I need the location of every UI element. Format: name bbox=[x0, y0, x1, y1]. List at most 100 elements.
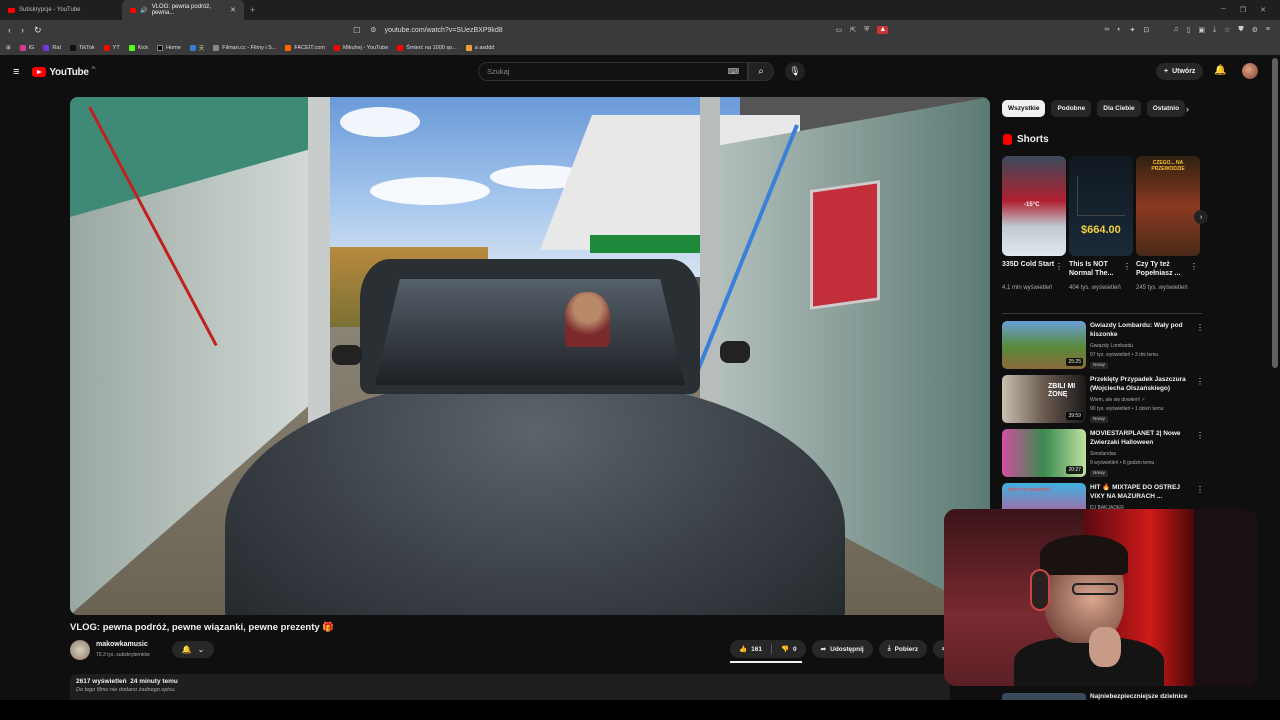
share-arrow-icon: ➦ bbox=[820, 646, 827, 653]
more-vertical-icon[interactable]: ⋮ bbox=[1123, 262, 1131, 271]
more-vertical-icon[interactable]: ⋮ bbox=[1196, 431, 1204, 440]
extension-icon[interactable]: ◐ bbox=[1117, 26, 1121, 34]
browser-tab[interactable]: Subskrypcje - YouTube bbox=[0, 0, 122, 20]
more-vertical-icon[interactable]: ⋮ bbox=[1196, 377, 1204, 386]
star-icon[interactable]: ☆ bbox=[1224, 26, 1230, 34]
site-info-icon[interactable]: ⚙ bbox=[370, 26, 376, 34]
apps-icon[interactable]: ⊞ bbox=[6, 45, 11, 51]
chip-for-you[interactable]: Dla Ciebie bbox=[1097, 100, 1141, 117]
keyboard-icon[interactable]: ⌨ bbox=[727, 67, 739, 76]
extension-icon[interactable]: ∞ bbox=[1104, 26, 1109, 34]
share-button[interactable]: ➦ Udostępnij bbox=[811, 640, 873, 658]
video-thumbnail[interactable]: 20:27 bbox=[1002, 429, 1086, 477]
back-icon[interactable]: ‹ bbox=[8, 25, 11, 36]
more-vertical-icon[interactable]: ⋮ bbox=[1190, 262, 1198, 271]
bookmark-filman[interactable]: Filman.cc - Filmy i S... bbox=[213, 44, 276, 51]
create-button[interactable]: + Utwórz bbox=[1156, 63, 1204, 80]
hamburger-menu-icon[interactable]: ≡ bbox=[13, 66, 19, 78]
shield-icon[interactable]: ⛨ bbox=[864, 26, 869, 34]
like-button[interactable]: 👍 161 bbox=[730, 640, 771, 658]
subscription-notifications-button[interactable]: 🔔 ⌄ bbox=[172, 641, 214, 658]
user-avatar[interactable] bbox=[1242, 63, 1258, 79]
recommended-channel[interactable]: Simolandas bbox=[1090, 451, 1116, 457]
minimize-icon[interactable]: ─ bbox=[1221, 6, 1226, 14]
short-title[interactable]: This Is NOT Normal The... bbox=[1069, 260, 1125, 278]
recommended-channel[interactable]: Wiem, ale się dowiem! ✓ bbox=[1090, 397, 1146, 403]
youtube-logo[interactable]: YouTube PL bbox=[32, 65, 97, 78]
video-player[interactable] bbox=[70, 97, 990, 615]
bookmark-ig[interactable]: IG bbox=[19, 44, 34, 51]
bookmark-faceit[interactable]: FACEIT.com bbox=[285, 44, 325, 51]
short-thumbnail[interactable]: -15°C bbox=[1002, 156, 1066, 256]
video-thumbnail[interactable]: 25:25 bbox=[1002, 321, 1086, 369]
vpn-icon[interactable]: ⛊ bbox=[1238, 26, 1243, 34]
download-icon[interactable]: ⤓ bbox=[1213, 26, 1216, 34]
more-vertical-icon[interactable]: ⋮ bbox=[1196, 323, 1204, 332]
recommended-title[interactable]: Najniebezpieczniejsze dzielnice bbox=[1090, 693, 1188, 700]
restore-icon[interactable]: ❐ bbox=[1240, 6, 1246, 14]
download-button[interactable]: ⤓ Pobierz bbox=[878, 640, 928, 658]
more-vertical-icon[interactable]: ⋮ bbox=[1196, 485, 1204, 494]
chip-recent[interactable]: Ostatnio bbox=[1146, 100, 1186, 117]
share-icon[interactable]: ⇱ bbox=[850, 26, 856, 34]
bookmark-home[interactable]: Home bbox=[157, 44, 181, 51]
bookmark-tiktok[interactable]: TikTok bbox=[69, 44, 95, 51]
channel-avatar[interactable] bbox=[70, 640, 90, 660]
voice-search-button[interactable]: 🎙 bbox=[785, 62, 805, 81]
search-button[interactable]: ⌕ bbox=[748, 62, 774, 81]
extension-icon[interactable]: ⊡ bbox=[1143, 26, 1149, 34]
bookmark-rat[interactable]: Rat bbox=[43, 44, 61, 51]
new-badge: Nowy bbox=[1090, 416, 1108, 423]
new-badge: Nowy bbox=[1090, 470, 1108, 477]
browser-tab-active[interactable]: 🔊 VLOG: pewna podróż, pewna... ✕ bbox=[122, 0, 244, 20]
short-thumbnail[interactable]: CZEGO... NA PRZEWODZIE bbox=[1136, 156, 1200, 256]
new-tab-button[interactable]: + bbox=[244, 5, 261, 15]
more-vertical-icon[interactable]: ⋮ bbox=[1055, 262, 1063, 271]
cast-icon[interactable]: ▭ bbox=[836, 26, 843, 34]
recommended-video[interactable]: 25:25 Gwiazdy Lombardu: Wały pod kiszonk… bbox=[1002, 321, 1204, 371]
recommended-video[interactable]: ZBILI MI ŻONĘ 39:59 Przeklęty Przypadek … bbox=[1002, 375, 1204, 425]
recommended-title[interactable]: Przeklęty Przypadek Jaszczura (Wojciecha… bbox=[1090, 375, 1190, 393]
short-thumbnail[interactable]: $664.00 bbox=[1069, 156, 1133, 256]
thumbs-down-icon: 👎 bbox=[780, 646, 790, 653]
menu-icon[interactable]: ≡ bbox=[1266, 26, 1270, 34]
bookmark-yt[interactable]: YT bbox=[103, 44, 120, 51]
bookmark-chinese[interactable]: 天 bbox=[189, 44, 204, 52]
chip-similar[interactable]: Podobne bbox=[1051, 100, 1092, 117]
notifications-bell-icon[interactable]: 🔔 bbox=[1214, 65, 1226, 76]
recommended-video[interactable]: 20:27 MOVIESTARPLANET 2| Nowe Zwierzaki … bbox=[1002, 429, 1204, 479]
channel-name[interactable]: makowkamusic bbox=[96, 641, 148, 648]
recommended-channel[interactable]: Gwiazdy Lombardu bbox=[1090, 343, 1133, 349]
sidebar-icon[interactable]: ▯ bbox=[1187, 26, 1191, 34]
close-tab-icon[interactable]: ✕ bbox=[230, 6, 236, 14]
close-window-icon[interactable]: ✕ bbox=[1260, 6, 1266, 14]
recommended-title[interactable]: MOVIESTARPLANET 2| Nowe Zwierzaki Hallow… bbox=[1090, 429, 1190, 447]
bookmark-mikuhej[interactable]: Mikuhej - YouTube bbox=[333, 44, 388, 51]
settings-icon[interactable]: ⚙ bbox=[1252, 26, 1258, 34]
music-icon[interactable]: ♫ bbox=[1173, 26, 1178, 34]
url-field[interactable]: youtube.com/watch?v=SUezBXP9kd8 bbox=[385, 27, 836, 34]
bookmark-icon[interactable]: ☐ bbox=[353, 26, 360, 35]
bookmark-asddd[interactable]: a asddd bbox=[465, 44, 494, 51]
chips-next-arrow-icon[interactable]: › bbox=[1186, 104, 1189, 114]
reload-icon[interactable]: ↻ bbox=[34, 25, 42, 36]
search-input[interactable]: Szukaj ⌨ bbox=[478, 62, 748, 81]
extension-badge-icon[interactable]: ▲ bbox=[877, 26, 889, 34]
shorts-next-arrow-icon[interactable]: › bbox=[1194, 210, 1208, 224]
video-thumbnail[interactable]: ZBILI MI ŻONĘ 39:59 bbox=[1002, 375, 1086, 423]
bookmark-smierc[interactable]: Śmierć na 1000 sp... bbox=[397, 44, 457, 51]
bookmark-kick[interactable]: Kick bbox=[128, 44, 148, 51]
dislike-button[interactable]: 👎 0 bbox=[772, 640, 806, 658]
page-scrollbar[interactable] bbox=[1272, 58, 1278, 368]
recommended-title[interactable]: HIT 🔥 MIXTAPE DO OSTREJ VIXY NA MAZURACH… bbox=[1090, 483, 1190, 501]
browser-tab-bar: Subskrypcje - YouTube 🔊 VLOG: pewna podr… bbox=[0, 0, 1280, 20]
forward-icon[interactable]: › bbox=[21, 25, 24, 36]
recommended-title[interactable]: Gwiazdy Lombardu: Wały pod kiszonke bbox=[1090, 321, 1190, 339]
chip-all[interactable]: Wszystkie bbox=[1002, 100, 1046, 117]
short-title[interactable]: Czy Ty też Popełniasz ... bbox=[1136, 260, 1192, 278]
tab-icon[interactable]: ▣ bbox=[1198, 26, 1205, 34]
puzzle-icon[interactable]: ✦ bbox=[1130, 26, 1136, 34]
shorts-icon bbox=[1003, 134, 1012, 145]
short-title[interactable]: 335D Cold Start bbox=[1002, 260, 1058, 269]
headphones bbox=[1030, 569, 1050, 611]
